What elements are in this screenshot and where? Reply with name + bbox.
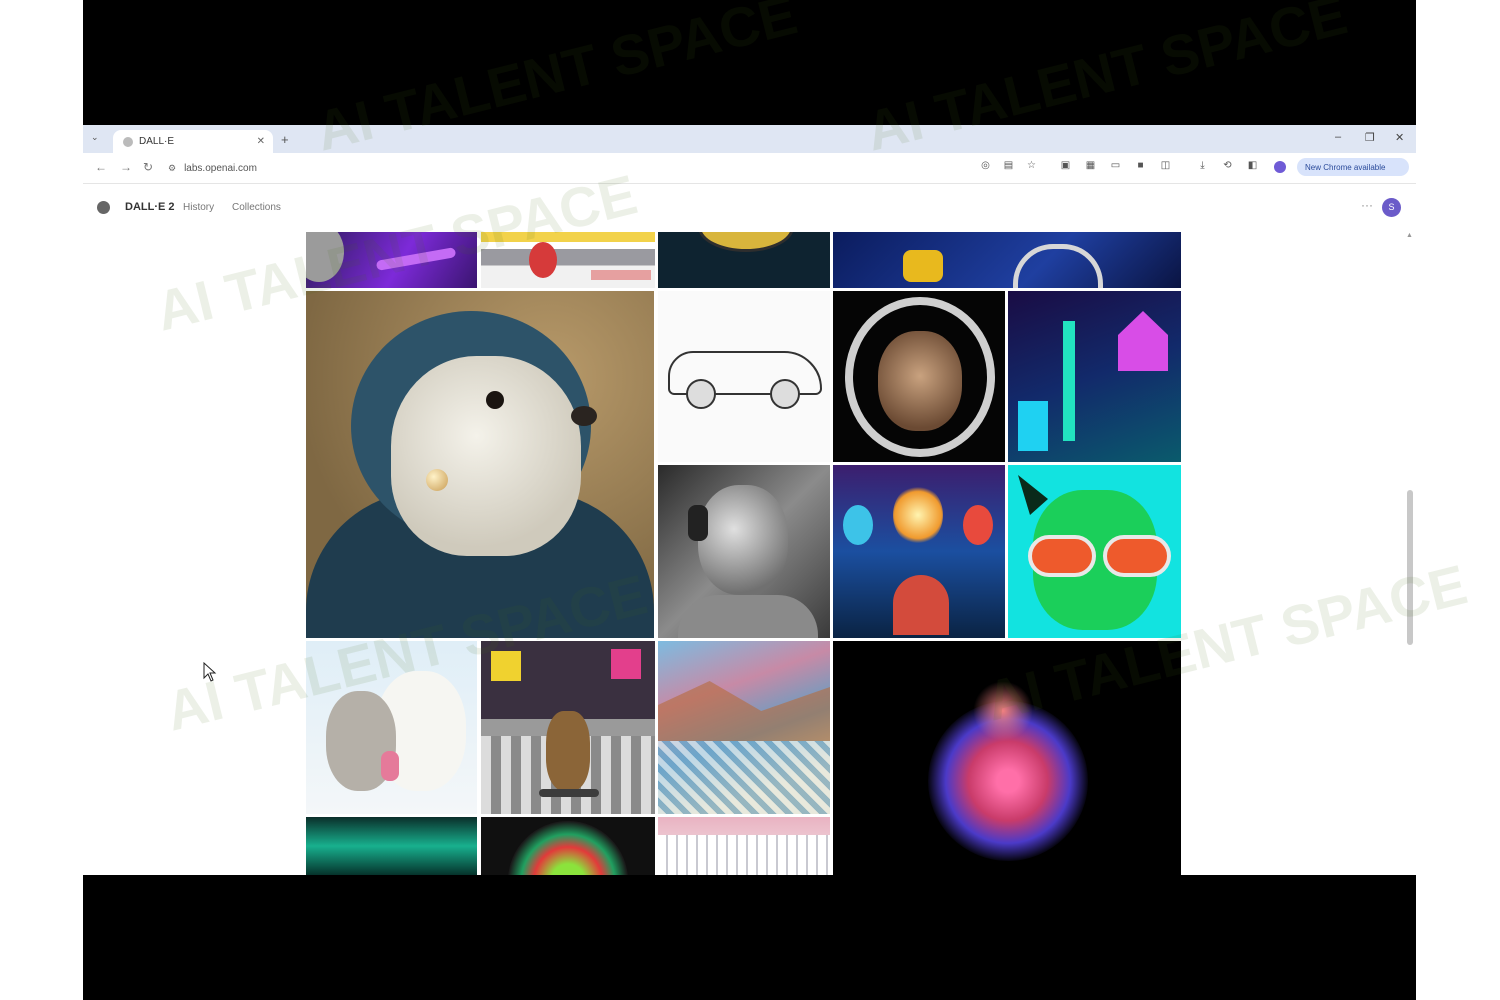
extension-2-icon[interactable]: ▦ (1085, 160, 1096, 171)
nav-collections[interactable]: Collections (232, 202, 281, 213)
browser-window: ⌄ DALL·E ✕ + – ❐ ✕ ← → ↻ ⚙ labs.openai.c… (83, 125, 1416, 875)
gallery-tile-rainbow-circle[interactable] (481, 817, 655, 875)
letterbox-bottom (83, 875, 1416, 1000)
extension-3-icon[interactable]: ▭ (1110, 160, 1121, 171)
translate-icon[interactable]: ▤ (1003, 160, 1014, 171)
gallery-tile-neon-city[interactable] (1008, 291, 1181, 462)
more-options-icon[interactable]: ··· (1361, 198, 1373, 212)
new-tab-icon[interactable]: + (281, 132, 289, 147)
site-info-icon[interactable]: ⚙ (168, 163, 176, 174)
gallery-tile-color-explosion[interactable] (833, 641, 1181, 875)
tab-close-icon[interactable]: ✕ (257, 136, 265, 147)
nav-history[interactable]: History (183, 202, 214, 213)
brand-name[interactable]: DALL·E 2 (125, 201, 175, 213)
gallery-tile-otter-portrait[interactable] (306, 291, 654, 638)
bookmark-star-icon[interactable]: ☆ (1026, 160, 1037, 171)
gallery-tile-pink-architecture[interactable] (658, 817, 830, 875)
user-avatar[interactable]: S (1382, 198, 1401, 217)
right-margin (1416, 0, 1500, 1000)
gallery-tile-monkey-astronaut[interactable] (833, 291, 1005, 462)
letterbox-top (83, 0, 1416, 125)
left-margin (0, 0, 83, 1000)
url-text: labs.openai.com (184, 162, 257, 174)
gallery-tile-car-sketch[interactable] (658, 291, 830, 462)
mouse-cursor-icon (203, 662, 217, 682)
browser-toolbar: ← → ↻ ⚙ labs.openai.com ◎ ▤ ☆ ▣ ▦ ▭ ■ ◫ … (83, 153, 1416, 184)
extensions-puzzle-icon[interactable]: ◫ (1160, 160, 1171, 171)
gallery-tile-astronaut[interactable] (481, 232, 655, 288)
profile-avatar-icon[interactable] (1274, 161, 1286, 173)
window-close-icon[interactable]: ✕ (1395, 131, 1404, 144)
gallery-tile-yellow-disc[interactable] (658, 232, 830, 288)
restore-icon[interactable]: ❐ (1365, 131, 1375, 144)
forward-icon[interactable]: → (120, 160, 132, 174)
scroll-up-icon[interactable]: ▲ (1406, 232, 1413, 239)
gallery-tile-teal-abstract[interactable] (306, 817, 477, 875)
extension-1-icon[interactable]: ▣ (1060, 160, 1071, 171)
page-scrollbar[interactable]: ▲ (1406, 232, 1414, 872)
site-header: DALL·E 2 History Collections ··· S (83, 184, 1416, 232)
tab-search-icon[interactable]: ⌄ (91, 132, 99, 143)
gallery-tile-blue-painting[interactable] (833, 232, 1181, 288)
gallery-tile-lightbulbs[interactable] (833, 465, 1005, 638)
gallery-tile-teddy-skateboard[interactable] (481, 641, 655, 814)
openai-logo-icon[interactable] (97, 201, 110, 214)
browser-tab[interactable]: DALL·E ✕ (113, 130, 273, 153)
gallery-tile-statue-headphones[interactable] (658, 465, 830, 638)
history-icon[interactable]: ⟲ (1222, 160, 1233, 171)
download-icon[interactable]: ⤓ (1197, 160, 1208, 171)
gallery-tile-purple-planet[interactable] (306, 232, 477, 288)
scroll-thumb[interactable] (1407, 490, 1413, 645)
screenshot-icon[interactable]: ◎ (980, 160, 991, 171)
reload-icon[interactable]: ↻ (143, 160, 153, 174)
update-chrome-button[interactable]: New Chrome available (1297, 158, 1409, 176)
extension-4-icon[interactable]: ■ (1135, 160, 1146, 171)
back-icon[interactable]: ← (95, 160, 107, 174)
gallery-tile-mosaic-river[interactable] (658, 641, 830, 814)
tab-title: DALL·E (139, 136, 175, 147)
tab-strip: ⌄ DALL·E ✕ + – ❐ ✕ (83, 125, 1416, 153)
side-panel-icon[interactable]: ◧ (1247, 160, 1258, 171)
gallery-tile-cat-and-dog[interactable] (306, 641, 477, 814)
gallery-tile-pop-art-dog[interactable] (1008, 465, 1181, 638)
address-bar[interactable]: ⚙ labs.openai.com (168, 158, 968, 178)
minimize-icon[interactable]: – (1335, 131, 1341, 143)
tab-favicon-icon (123, 136, 133, 147)
